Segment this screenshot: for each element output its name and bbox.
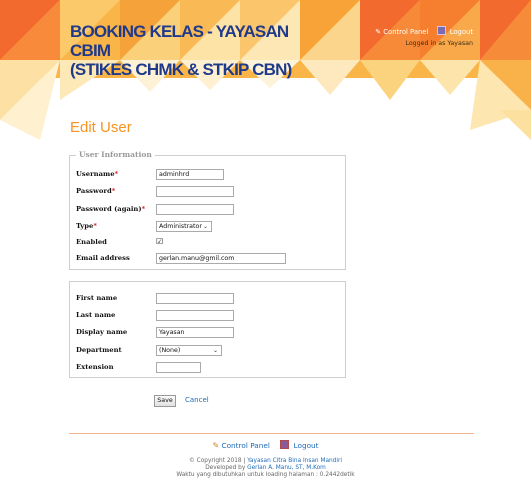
cancel-link[interactable]: Cancel	[185, 396, 209, 404]
username-input[interactable]: adminhrd	[156, 169, 224, 180]
department-label: Department	[76, 346, 122, 354]
password-again-label: Password (again)*	[76, 205, 146, 213]
department-select-value: (None)	[159, 347, 181, 354]
logged-in-status: Logged in as Yayasan	[405, 40, 473, 47]
enabled-label: Enabled	[76, 238, 107, 246]
email-label: Email address	[76, 254, 130, 262]
footer-logout-link[interactable]: Logout	[294, 441, 319, 450]
type-select[interactable]: Administrator ⌄	[156, 221, 212, 232]
top-logout-link[interactable]: Logout	[450, 28, 473, 36]
site-title-line2: CBIM	[70, 41, 111, 60]
footer-control-panel-link[interactable]: Control Panel	[222, 441, 270, 450]
required-marker: *	[114, 170, 119, 178]
profile-fieldset: First name Last name Display name Yayasa…	[69, 281, 346, 378]
site-title: BOOKING KELAS - YAYASAN CBIM (STIKES CHM…	[70, 22, 310, 79]
display-name-input[interactable]: Yayasan	[156, 327, 234, 338]
extension-input[interactable]	[156, 362, 201, 373]
save-button[interactable]: Save	[154, 395, 176, 407]
loading-time: Waktu yang dibutuhkan untuk loading hala…	[176, 472, 355, 478]
pencil-icon: ✎	[212, 441, 220, 450]
type-select-value: Administrator	[159, 223, 202, 230]
logout-icon	[436, 26, 446, 35]
type-label: Type*	[76, 222, 97, 230]
password-input[interactable]	[156, 186, 234, 197]
required-marker: *	[141, 205, 146, 213]
required-marker: *	[93, 222, 97, 230]
chevron-down-icon: ⌄	[212, 347, 218, 354]
logout-icon	[280, 440, 290, 449]
chevron-down-icon: ⌄	[202, 223, 208, 230]
department-select[interactable]: (None) ⌄	[156, 345, 222, 356]
footer-divider	[69, 433, 474, 434]
password-again-input[interactable]	[156, 204, 234, 215]
site-title-line1: BOOKING KELAS - YAYASAN	[70, 22, 289, 41]
site-title-line3: (STIKES CHMK & STKIP CBN)	[70, 60, 292, 79]
footer-nav: ✎ Control Panel Logout	[0, 440, 531, 450]
top-control-panel-link[interactable]: Control Panel	[383, 28, 428, 36]
pencil-icon: ✎	[375, 28, 382, 36]
enabled-checkbox[interactable]: ☑	[156, 238, 164, 246]
page-title: Edit User	[70, 119, 132, 136]
user-information-fieldset: User Information Username* adminhrd Pass…	[69, 150, 346, 270]
last-name-input[interactable]	[156, 310, 234, 321]
last-name-label: Last name	[76, 311, 116, 319]
password-label: Password*	[76, 187, 116, 195]
developer-line: Developed by Gerlan A. Manu, ST, M.Kom	[205, 465, 326, 471]
developer-link[interactable]: Gerlan A. Manu, ST, M.Kom	[247, 465, 326, 471]
first-name-label: First name	[76, 294, 118, 302]
copyright-line: © Copyright 2018 | Yayasan Citra Bina In…	[189, 458, 342, 464]
email-input[interactable]: gerlan.manu@gmil.com	[156, 253, 286, 264]
extension-label: Extension	[76, 363, 114, 371]
display-name-label: Display name	[76, 328, 128, 336]
organization-link[interactable]: Yayasan Citra Bina Insan Mandiri	[247, 458, 342, 464]
first-name-input[interactable]	[156, 293, 234, 304]
username-label: Username*	[76, 170, 119, 178]
fieldset-legend: User Information	[76, 150, 155, 159]
required-marker: *	[111, 187, 116, 195]
top-nav: ✎ Control Panel Logout	[375, 26, 473, 36]
